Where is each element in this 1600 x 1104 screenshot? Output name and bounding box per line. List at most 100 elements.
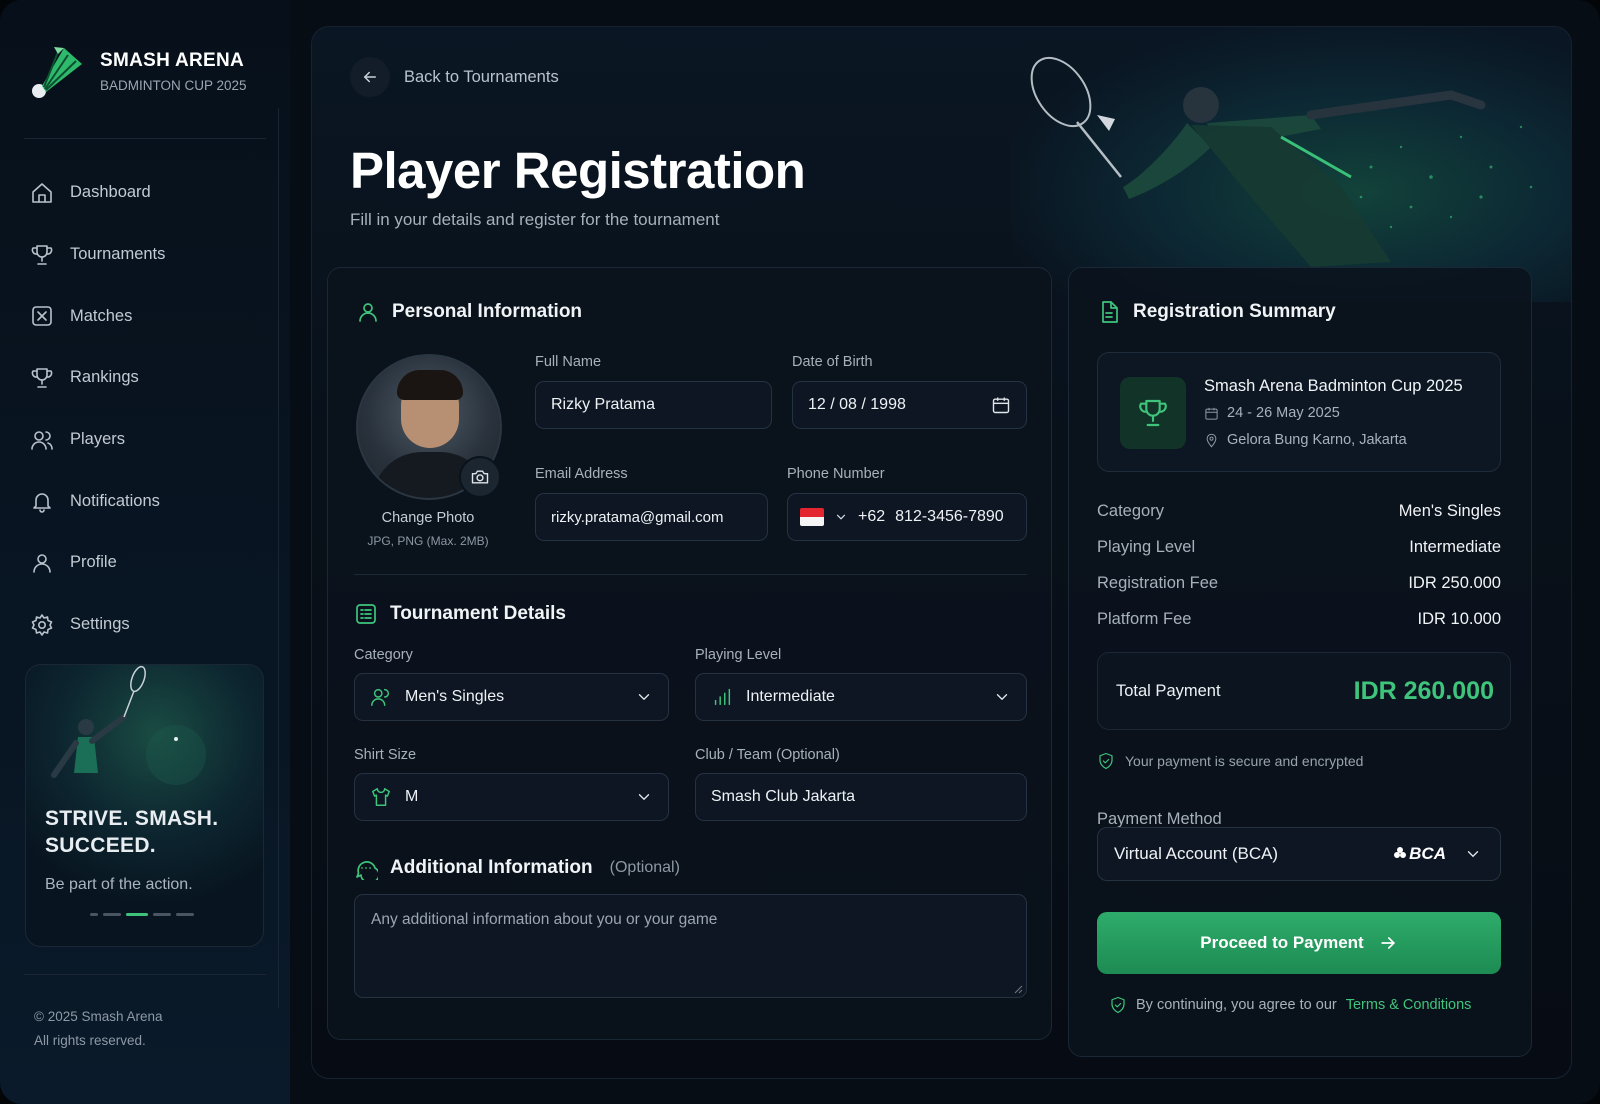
carousel-dot[interactable] — [153, 913, 171, 916]
trophy-icon — [31, 244, 53, 265]
sidebar-item-players[interactable]: Players — [30, 409, 165, 471]
main-panel: Back to Tournaments Player Registration … — [311, 26, 1572, 1079]
hero-image — [1011, 27, 1571, 302]
sidebar-item-label: Tournaments — [70, 245, 166, 264]
dob-value: 12 / 08 / 1998 — [808, 396, 906, 413]
total-label: Total Payment — [1116, 681, 1221, 700]
chevron-down-icon[interactable] — [834, 510, 848, 524]
full-name-label: Full Name — [535, 354, 602, 370]
additional-info-textarea[interactable]: Any additional information about you or … — [354, 894, 1027, 998]
camera-icon — [471, 470, 489, 484]
sidebar-item-label: Rankings — [70, 368, 139, 387]
sidebar-item-matches[interactable]: Matches — [30, 285, 165, 347]
photo-hint: JPG, PNG (Max. 2MB) — [367, 534, 489, 548]
sidebar-item-profile[interactable]: Profile — [30, 532, 165, 594]
promo-headline: STRIVE. SMASH. SUCCEED. — [45, 807, 219, 857]
summary-heading: Registration Summary — [1097, 300, 1336, 324]
email-value: rizky.pratama@gmail.com — [551, 508, 724, 526]
copyright: © 2025 Smash Arena All rights reserved. — [34, 1009, 163, 1048]
proceed-label: Proceed to Payment — [1200, 933, 1364, 952]
calendar-icon — [1205, 407, 1218, 420]
matches-icon — [32, 306, 52, 327]
shirt-size-select[interactable]: M — [354, 773, 669, 821]
carousel-dot[interactable] — [103, 913, 121, 916]
back-label[interactable]: Back to Tournaments — [404, 68, 559, 87]
email-field[interactable]: rizky.pratama@gmail.com — [535, 493, 768, 541]
full-name-field[interactable]: Rizky Pratama — [535, 381, 772, 429]
location-pin-icon — [1206, 433, 1217, 448]
bca-logo: BCA — [1393, 844, 1446, 864]
change-photo-button[interactable] — [459, 456, 501, 498]
phone-value: 812-3456-7890 — [895, 508, 1004, 525]
change-photo-link[interactable]: Change Photo — [328, 510, 528, 526]
chevron-down-icon — [1467, 851, 1479, 858]
badminton-player-illustration — [51, 665, 206, 785]
sidebar-item-label: Matches — [70, 306, 133, 325]
additional-info-heading: Additional Information (Optional) — [354, 856, 680, 880]
terms-notice: By continuing, you agree to our Terms & … — [1109, 996, 1471, 1014]
event-badge — [1120, 377, 1186, 449]
sidebar-nav: Dashboard Tournaments Matches Rankings P… — [30, 162, 165, 656]
sidebar-item-settings[interactable]: Settings — [30, 594, 165, 656]
category-select[interactable]: Men's Singles — [354, 673, 669, 721]
back-button[interactable] — [350, 57, 390, 97]
document-icon — [1102, 301, 1118, 323]
carousel-dot[interactable] — [176, 913, 194, 916]
full-name-value: Rizky Pratama — [551, 396, 656, 413]
sidebar-item-notifications[interactable]: Notifications — [30, 470, 165, 532]
optional-tag: (Optional) — [609, 859, 680, 876]
payment-method-value: Virtual Account (BCA) — [1114, 844, 1279, 863]
clipboard-list-icon — [356, 604, 376, 624]
shield-check-icon — [1099, 752, 1113, 770]
calendar-icon[interactable] — [991, 395, 1011, 415]
shuttlecock-logo-icon — [32, 47, 82, 98]
sidebar-item-tournaments[interactable]: Tournaments — [30, 224, 165, 286]
payment-method-select[interactable]: Virtual Account (BCA) BCA — [1097, 827, 1501, 881]
total-payment: Total Payment IDR 260.000 — [1097, 652, 1511, 730]
brand-subtitle: BADMINTON CUP 2025 — [100, 77, 247, 93]
textarea-placeholder: Any additional information about you or … — [371, 911, 718, 928]
home-icon — [32, 183, 52, 203]
playing-level-label: Playing Level — [695, 647, 782, 663]
club-field[interactable]: Smash Club Jakarta — [695, 773, 1027, 821]
carousel-dot-active[interactable] — [126, 913, 148, 916]
page-subtitle: Fill in your details and register for th… — [350, 210, 720, 229]
dob-field[interactable]: 12 / 08 / 1998 — [792, 381, 1027, 429]
summary-row-platform-fee: Platform Fee IDR 10.000 — [1097, 610, 1501, 628]
brand-title: SMASH ARENA — [100, 49, 245, 71]
promo-card[interactable]: STRIVE. SMASH. SUCCEED. Be part of the a… — [25, 664, 264, 947]
resize-handle-icon[interactable] — [1013, 984, 1023, 994]
phone-label: Phone Number — [787, 466, 885, 482]
proceed-to-payment-button[interactable]: Proceed to Payment — [1097, 912, 1501, 974]
arrow-right-icon — [1381, 937, 1395, 949]
trophy-icon — [31, 368, 53, 388]
personal-info-heading: Personal Information — [356, 300, 582, 324]
trophy-icon — [1139, 399, 1167, 427]
terms-link[interactable]: Terms & Conditions — [1346, 997, 1472, 1013]
shield-check-icon — [1111, 996, 1125, 1014]
event-dates: 24 - 26 May 2025 — [1204, 405, 1340, 421]
sidebar-item-dashboard[interactable]: Dashboard — [30, 162, 165, 224]
club-value: Smash Club Jakarta — [711, 788, 856, 805]
section-divider — [354, 574, 1027, 575]
sidebar-item-rankings[interactable]: Rankings — [30, 347, 165, 409]
badminton-player-hero-illustration — [1030, 56, 1533, 267]
carousel-dot[interactable] — [90, 913, 98, 916]
secure-notice: Your payment is secure and encrypted — [1097, 752, 1363, 770]
event-venue: Gelora Bung Karno, Jakarta — [1204, 432, 1407, 448]
sidebar-item-label: Profile — [70, 553, 117, 572]
tournament-details-heading: Tournament Details — [354, 602, 566, 626]
indonesia-flag-icon[interactable] — [800, 508, 824, 526]
registration-summary-card: Registration Summary Smash Arena Badmint… — [1068, 267, 1532, 1057]
shirt-size-label: Shirt Size — [354, 747, 417, 763]
chevron-down-icon — [996, 694, 1008, 700]
phone-field[interactable]: +62 812-3456-7890 — [787, 493, 1027, 541]
sidebar-item-label: Dashboard — [70, 183, 151, 202]
playing-level-value: Intermediate — [746, 688, 835, 705]
page-title: Player Registration — [350, 142, 806, 199]
category-value: Men's Singles — [405, 688, 505, 705]
brand[interactable]: SMASH ARENA BADMINTON CUP 2025 — [30, 42, 247, 100]
playing-level-select[interactable]: Intermediate — [695, 673, 1027, 721]
back-to-tournaments[interactable]: Back to Tournaments — [350, 57, 559, 97]
user-icon — [359, 303, 377, 322]
